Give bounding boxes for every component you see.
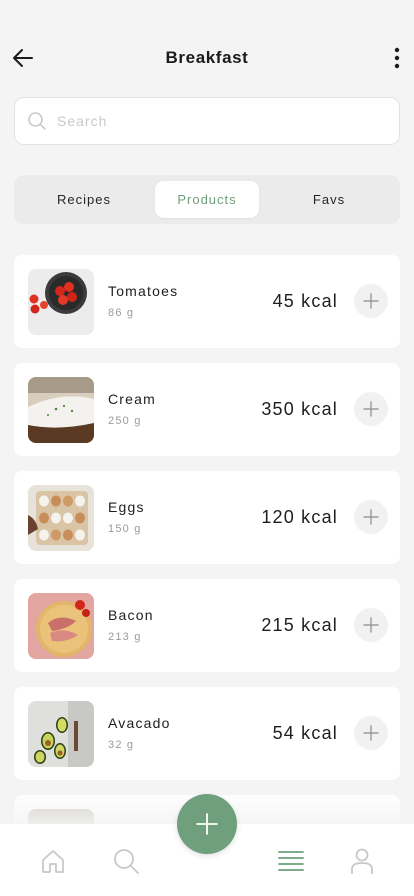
- add-fab-button[interactable]: [177, 794, 237, 854]
- add-button[interactable]: [354, 500, 388, 534]
- plus-icon: [363, 293, 379, 309]
- add-button[interactable]: [354, 716, 388, 750]
- plus-icon: [196, 813, 218, 835]
- product-weight: 150 g: [108, 523, 142, 535]
- product-kcal: 45 kcal: [272, 291, 338, 311]
- page-title: Breakfast: [165, 48, 249, 67]
- segmented-tabs: Recipes Products Favs: [14, 175, 400, 224]
- tab-recipes[interactable]: Recipes: [32, 181, 136, 218]
- search-icon[interactable]: [112, 847, 140, 875]
- search-bar: [14, 97, 400, 145]
- product-kcal: 215 kcal: [261, 615, 338, 635]
- header: Breakfast: [0, 0, 414, 95]
- plus-icon: [363, 725, 379, 741]
- plus-icon: [363, 509, 379, 525]
- plus-icon: [363, 617, 379, 633]
- tomatoes-image: [28, 269, 94, 335]
- product-card-cream[interactable]: Cream 250 g 350 kcal: [14, 363, 400, 456]
- product-weight: 86 g: [108, 307, 135, 319]
- plus-icon: [363, 401, 379, 417]
- bacon-image: [28, 593, 94, 659]
- product-weight: 32 g: [108, 739, 135, 751]
- product-name: Avacado: [108, 715, 171, 731]
- product-card-bacon[interactable]: Bacon 213 g 215 kcal: [14, 579, 400, 672]
- product-name: Cream: [108, 391, 157, 407]
- product-card-tomatoes[interactable]: Tomatoes 86 g 45 kcal: [14, 255, 400, 348]
- eggs-image: [28, 485, 94, 551]
- add-button[interactable]: [354, 608, 388, 642]
- product-name: Bacon: [108, 607, 154, 623]
- product-name: Eggs: [108, 499, 145, 515]
- search-icon: [28, 112, 46, 130]
- home-icon[interactable]: [39, 847, 67, 875]
- product-card-eggs[interactable]: Eggs 150 g 120 kcal: [14, 471, 400, 564]
- product-kcal: 350 kcal: [261, 399, 338, 419]
- list-icon[interactable]: [277, 847, 305, 875]
- product-kcal: 54 kcal: [272, 723, 338, 743]
- search-input[interactable]: [57, 108, 377, 134]
- avocado-image: [28, 701, 94, 767]
- product-kcal: 120 kcal: [261, 507, 338, 527]
- tab-products[interactable]: Products: [155, 181, 259, 218]
- more-vertical-icon[interactable]: [390, 46, 404, 70]
- tab-favs[interactable]: Favs: [277, 181, 381, 218]
- product-name: Tomatoes: [108, 283, 179, 299]
- product-weight: 250 g: [108, 415, 142, 427]
- add-button[interactable]: [354, 284, 388, 318]
- product-weight: 213 g: [108, 631, 142, 643]
- profile-icon[interactable]: [348, 847, 376, 875]
- cream-image: [28, 377, 94, 443]
- add-button[interactable]: [354, 392, 388, 426]
- product-card-avacado[interactable]: Avacado 32 g 54 kcal: [14, 687, 400, 780]
